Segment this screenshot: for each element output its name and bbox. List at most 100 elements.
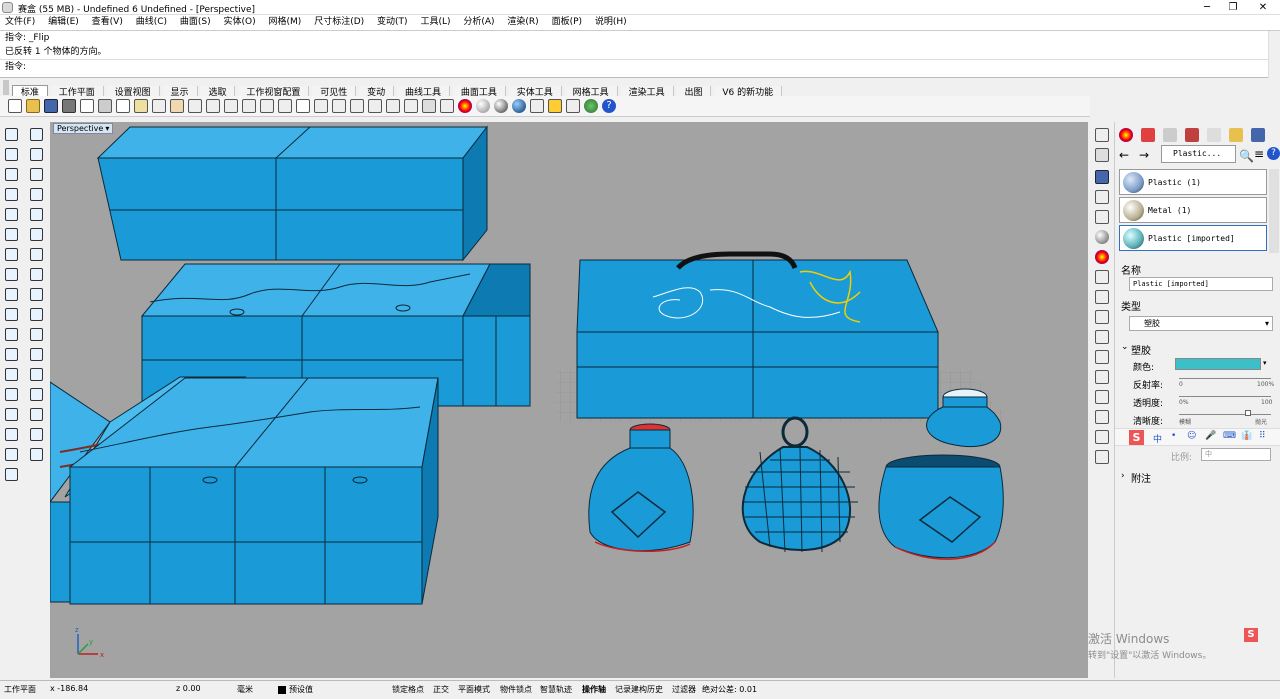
status-gumball[interactable]: 操作轴 [582, 684, 606, 695]
cylinder-icon[interactable] [5, 308, 18, 321]
command-scrollbar[interactable] [1268, 31, 1280, 78]
emoji-icon[interactable]: ☺ [1187, 431, 1196, 441]
shaded-icon[interactable] [1095, 230, 1109, 244]
move-icon[interactable] [5, 368, 18, 381]
zoom-window-icon[interactable] [224, 99, 238, 113]
chevron-right-icon[interactable]: › [1121, 471, 1125, 481]
layers-panel-icon[interactable] [1163, 128, 1177, 142]
status-grid-snap[interactable]: 锁定格点 [392, 684, 424, 695]
array-icon[interactable] [5, 428, 18, 441]
arc-icon[interactable] [30, 208, 43, 221]
light-bulb-icon[interactable] [1095, 128, 1109, 142]
print-icon[interactable] [62, 99, 76, 113]
ratio-select[interactable]: 中 [1201, 448, 1271, 461]
minimize-button[interactable]: ─ [1196, 1, 1218, 14]
boolean-icon[interactable] [30, 288, 43, 301]
menu-file[interactable]: 文件(F) [5, 15, 35, 30]
line-icon[interactable] [30, 148, 43, 161]
render-mesh-icon[interactable] [5, 468, 18, 481]
materials-panel-icon[interactable] [1141, 128, 1155, 142]
menu-analyze[interactable]: 分析(A) [463, 15, 494, 30]
menu-surface[interactable]: 曲面(S) [180, 15, 211, 30]
select-arrow-icon[interactable] [5, 128, 18, 141]
material-search-box[interactable]: Plastic... [1161, 145, 1236, 163]
status-osnap[interactable]: 物件锁点 [500, 684, 532, 695]
sogou-tray-icon[interactable]: S [1244, 628, 1258, 642]
back-arrow-icon[interactable]: ← [1119, 148, 1129, 162]
ime-language[interactable]: 中 [1153, 432, 1162, 445]
join-icon[interactable] [30, 328, 43, 341]
menu-transform[interactable]: 变动(T) [377, 15, 408, 30]
layers-icon[interactable] [440, 99, 454, 113]
open-folder-icon[interactable] [26, 99, 40, 113]
shaded-icon[interactable] [476, 99, 490, 113]
status-units[interactable]: 毫米 [237, 684, 253, 695]
pan-hand-icon[interactable] [170, 99, 184, 113]
zoom-icon[interactable] [206, 99, 220, 113]
keyboard-icon[interactable]: ⌨ [1223, 431, 1236, 441]
trim-icon[interactable] [5, 328, 18, 341]
maximize-button[interactable]: ❐ [1222, 1, 1244, 14]
zoom-icon[interactable] [1095, 190, 1109, 204]
command-prompt[interactable]: 指令: [0, 59, 1280, 73]
grid-icon[interactable] [314, 99, 328, 113]
light-icon[interactable] [1095, 450, 1109, 464]
copy-icon[interactable] [116, 99, 130, 113]
reflectivity-slider[interactable] [1179, 378, 1271, 379]
lights-panel-icon[interactable] [1207, 128, 1221, 142]
box-icon[interactable] [5, 268, 18, 281]
scale-icon[interactable] [30, 368, 43, 381]
status-planar[interactable]: 平面模式 [458, 684, 490, 695]
menu-curve[interactable]: 曲线(C) [136, 15, 167, 30]
options-icon[interactable] [548, 99, 562, 113]
material-card-selected[interactable]: Plastic [imported] [1119, 225, 1267, 251]
cut-icon[interactable] [98, 99, 112, 113]
zoom-extents-icon[interactable] [242, 99, 256, 113]
fillet-icon[interactable] [30, 228, 43, 241]
target-icon[interactable] [368, 99, 382, 113]
toolbox-icon[interactable]: ⠿ [1259, 431, 1266, 441]
lock-icon[interactable] [422, 99, 436, 113]
car-view-icon[interactable] [332, 99, 346, 113]
color-panel-icon[interactable] [1119, 128, 1133, 142]
surface-icon[interactable] [1095, 370, 1109, 384]
surface-icon[interactable] [5, 248, 18, 261]
color-wheel-icon[interactable] [1095, 250, 1109, 264]
text-icon[interactable] [5, 388, 18, 401]
lock-icon[interactable] [1095, 148, 1109, 162]
material-name-field[interactable]: Plastic [imported] [1129, 277, 1273, 291]
hatch-icon[interactable] [30, 408, 43, 421]
display-panel-icon[interactable] [1251, 128, 1265, 142]
help-icon[interactable]: ? [602, 99, 616, 113]
menu-solid[interactable]: 实体(O) [224, 15, 256, 30]
import-icon[interactable] [80, 99, 94, 113]
color-swatch[interactable] [1175, 358, 1261, 370]
menu-panels[interactable]: 面板(P) [552, 15, 582, 30]
paint-icon[interactable] [30, 448, 43, 461]
check-icon[interactable] [30, 428, 43, 441]
color-wheel-icon[interactable] [458, 99, 472, 113]
block-icon[interactable] [5, 408, 18, 421]
help-icon[interactable]: ? [1267, 147, 1280, 160]
four-view-icon[interactable] [296, 99, 310, 113]
microphone-icon[interactable]: 🎤 [1205, 431, 1216, 441]
sogou-icon[interactable]: S [1129, 430, 1144, 445]
clarity-slider[interactable] [1179, 414, 1271, 415]
select-all-icon[interactable] [386, 99, 400, 113]
notes-section-header[interactable]: 附注 [1131, 470, 1151, 485]
status-cplane[interactable]: 工作平面 [4, 684, 36, 695]
skin-icon[interactable]: 👔 [1241, 431, 1252, 441]
mesh-icon[interactable] [30, 268, 43, 281]
undo-view-icon[interactable] [278, 99, 292, 113]
ellipse-icon[interactable] [5, 228, 18, 241]
curve-icon[interactable] [5, 168, 18, 181]
point-icon[interactable] [30, 128, 43, 141]
extrude-icon[interactable] [5, 288, 18, 301]
ime-punctuation[interactable]: • [1171, 431, 1176, 441]
render-panel-icon[interactable] [1185, 128, 1199, 142]
sphere-icon[interactable] [1095, 350, 1109, 364]
perspective-viewport[interactable]: x y z Perspective ▾ [50, 122, 1088, 678]
paint-icon[interactable] [1095, 430, 1109, 444]
split-icon[interactable] [5, 348, 18, 361]
forward-arrow-icon[interactable]: → [1139, 148, 1149, 162]
